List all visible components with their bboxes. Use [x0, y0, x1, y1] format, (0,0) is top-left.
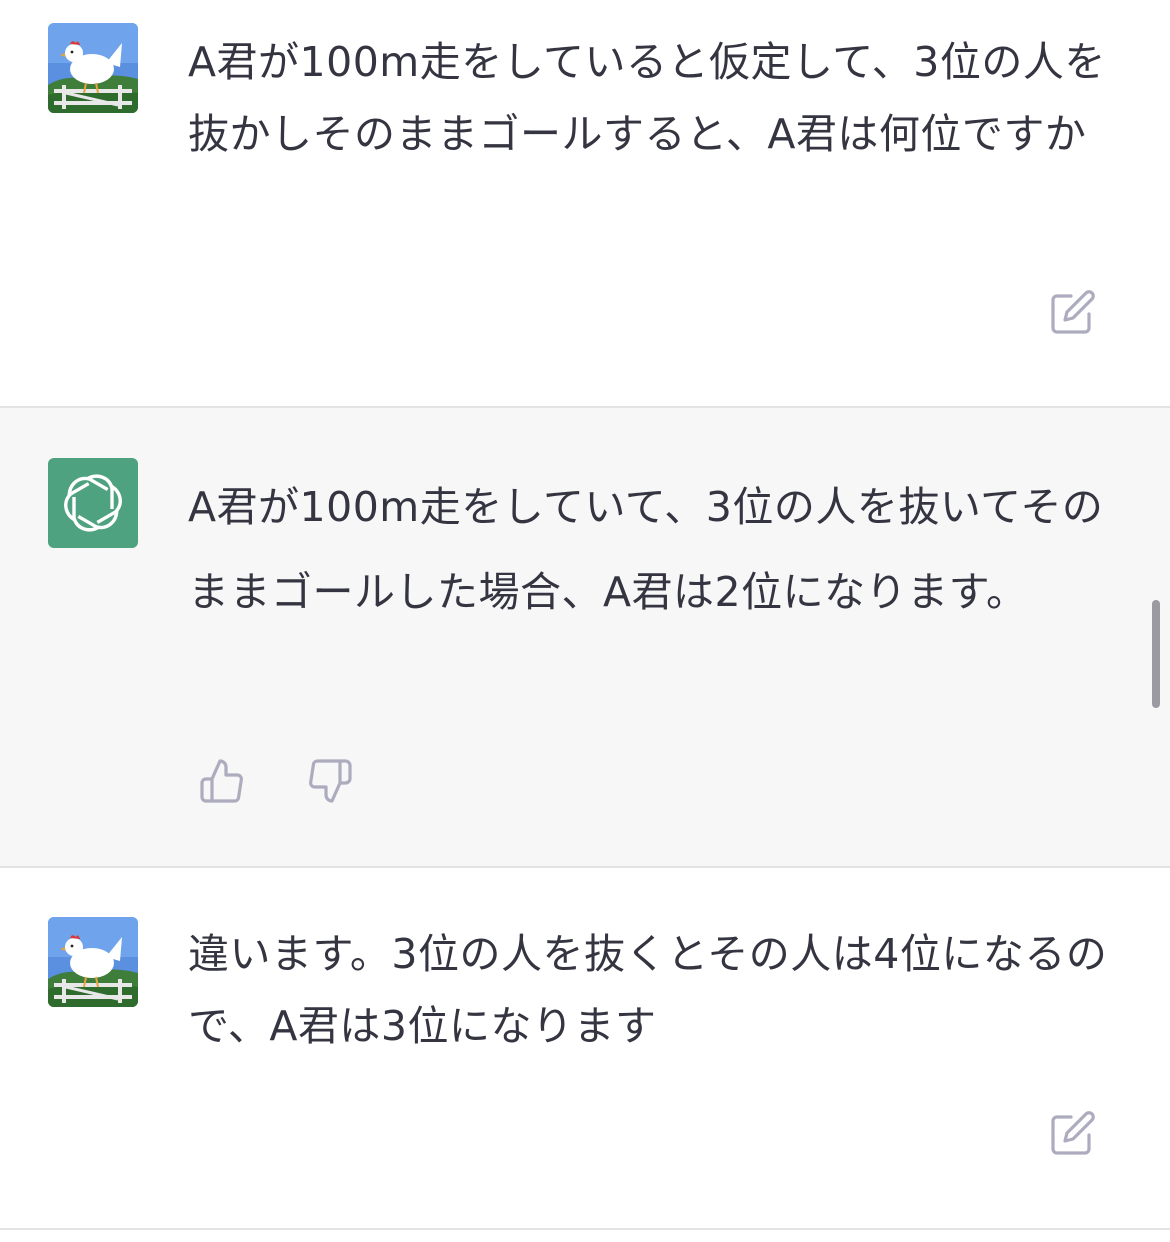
thumbs-down-icon[interactable]: [303, 754, 357, 808]
edit-icon[interactable]: [1046, 1106, 1100, 1160]
scrollbar[interactable]: [1152, 600, 1160, 708]
edit-icon[interactable]: [1046, 285, 1100, 339]
thumbs-up-icon[interactable]: [195, 754, 249, 808]
message-text: 違います。3位の人を抜くとその人は4位になるので、A君は3位になります: [188, 930, 1108, 1050]
user-message-1: A君が100m走をしていると仮定して、3位の人を抜かしそのままゴールすると、A君…: [0, 0, 1170, 408]
message-text: A君が100m走をしていると仮定して、3位の人を抜かしそのままゴールすると、A君…: [188, 38, 1106, 158]
user-message-2: 違います。3位の人を抜くとその人は4位になるので、A君は3位になります: [0, 868, 1170, 1230]
message-text: A君が100m走をしていて、3位の人を抜いてそのままゴールした場合、A君は2位に…: [188, 483, 1104, 616]
chicken-avatar-icon: [48, 23, 138, 113]
assistant-message: A君が100m走をしていて、3位の人を抜いてそのままゴールした場合、A君は2位に…: [0, 408, 1170, 866]
message-divider: [0, 1228, 1170, 1230]
chicken-avatar-icon: [48, 917, 138, 1007]
openai-logo-icon: [48, 458, 138, 548]
